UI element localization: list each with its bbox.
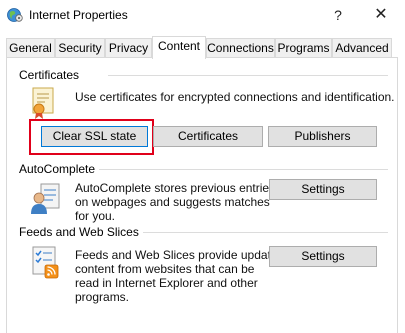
- tab-general[interactable]: General: [6, 38, 55, 57]
- feeds-divider: [141, 232, 388, 233]
- tab-advanced[interactable]: Advanced: [332, 38, 392, 57]
- autocomplete-description-line: on webpages and suggests matches: [75, 195, 270, 209]
- autocomplete-description-line: for you.: [75, 209, 116, 223]
- tab-connections[interactable]: Connections: [206, 38, 275, 57]
- tab-content[interactable]: Content: [152, 36, 206, 59]
- feeds-description-line: read in Internet Explorer and other: [75, 276, 258, 290]
- feeds-description: Feeds and Web Slices provide updated con…: [75, 248, 284, 304]
- feeds-description-line: Feeds and Web Slices provide updated: [75, 248, 285, 262]
- window-title: Internet Properties: [29, 8, 128, 22]
- tab-programs[interactable]: Programs: [275, 38, 332, 57]
- feeds-icon: [31, 245, 61, 279]
- certificates-heading: Certificates: [19, 68, 84, 82]
- feeds-description-line: programs.: [75, 290, 130, 304]
- certificates-button[interactable]: Certificates: [153, 126, 263, 147]
- tab-strip: General Security Privacy Content Connect…: [0, 36, 405, 59]
- autocomplete-icon: [31, 181, 61, 215]
- close-button[interactable]: ✕: [361, 0, 401, 30]
- publishers-button[interactable]: Publishers: [268, 126, 377, 147]
- autocomplete-description-line: AutoComplete stores previous entries: [75, 181, 276, 195]
- autocomplete-settings-button[interactable]: Settings: [269, 179, 377, 200]
- autocomplete-divider: [94, 169, 388, 170]
- tab-privacy[interactable]: Privacy: [105, 38, 152, 57]
- certificates-description: Use certificates for encrypted connectio…: [75, 90, 395, 104]
- internet-options-icon: [7, 7, 23, 23]
- certificate-icon: [31, 86, 61, 120]
- tab-security[interactable]: Security: [55, 38, 105, 57]
- certificates-divider: [108, 75, 388, 76]
- feeds-settings-button[interactable]: Settings: [269, 246, 377, 267]
- autocomplete-heading: AutoComplete: [19, 162, 100, 176]
- feeds-description-line: content from websites that can be: [75, 262, 255, 276]
- feeds-heading: Feeds and Web Slices: [19, 225, 143, 239]
- autocomplete-description: AutoComplete stores previous entries on …: [75, 181, 275, 223]
- help-button[interactable]: ?: [318, 0, 358, 30]
- highlight-box: [29, 119, 154, 155]
- title-bar: Internet Properties ? ✕: [0, 0, 405, 30]
